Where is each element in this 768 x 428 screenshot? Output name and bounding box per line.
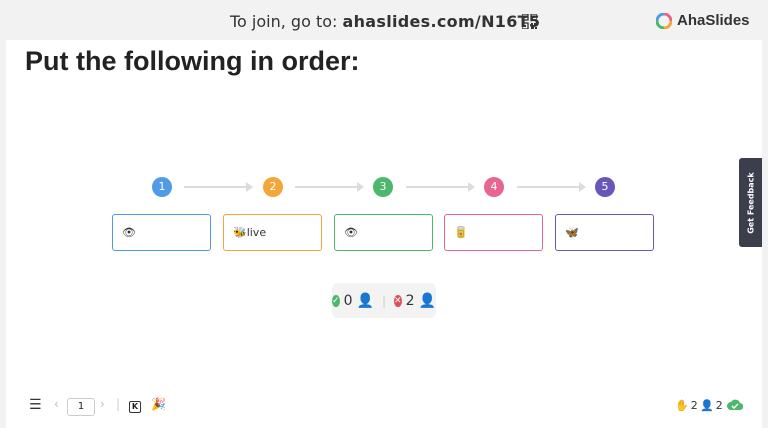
- incorrect-count: 2: [405, 292, 415, 309]
- keyboard-shortcut-icon[interactable]: K: [129, 401, 141, 413]
- slide-title: Put the following in order:: [25, 46, 360, 76]
- user-icon: 👤: [356, 292, 374, 309]
- prev-page-icon[interactable]: ‹: [54, 397, 59, 411]
- hand-icon: ✋: [675, 399, 689, 412]
- step-number-4: 4: [484, 177, 504, 197]
- cloud-check-icon: [727, 399, 743, 411]
- slide-canvas: Put the following in order: 1 2 3 4 5 👁 …: [6, 40, 762, 428]
- step-number-5: 5: [595, 177, 615, 197]
- cloud-sync-icon[interactable]: [727, 399, 743, 411]
- logo-text: AhaSlides: [677, 12, 750, 29]
- result-summary: ✓ 0 👤 | ✕ 2 👤: [332, 283, 436, 318]
- arrow-connector: [406, 182, 475, 192]
- arrow-connector: [517, 182, 586, 192]
- divider: |: [381, 293, 387, 308]
- order-item-1[interactable]: 👁: [112, 214, 211, 251]
- step-number-2: 2: [263, 177, 283, 197]
- ahaslides-logo[interactable]: AhaSlides: [656, 12, 750, 29]
- cross-icon: ✕: [394, 294, 402, 307]
- audience-count: 2: [715, 399, 723, 412]
- arrow-connector: [295, 182, 364, 192]
- audience-icon: 👤: [700, 399, 714, 412]
- join-prefix: To join, go to:: [230, 12, 338, 31]
- audience-indicator[interactable]: 👤 2: [700, 399, 723, 412]
- menu-icon[interactable]: ☰: [29, 397, 42, 413]
- step-number-1: 1: [152, 177, 172, 197]
- bottom-bar: ☰ ‹ › | 🎉: [0, 392, 768, 420]
- order-item-2[interactable]: 🐝live: [223, 214, 322, 251]
- get-feedback-label: Get Feedback: [746, 171, 755, 234]
- toolbar-divider: |: [116, 397, 121, 411]
- join-url[interactable]: ahaslides.com/N16T5: [343, 12, 541, 31]
- step-number-3: 3: [373, 177, 393, 197]
- join-instructions: To join, go to: ahaslides.com/N16T5: [230, 12, 540, 31]
- hand-count: 2: [690, 399, 698, 412]
- check-icon: ✓: [332, 294, 340, 307]
- user-icon: 👤: [418, 292, 436, 309]
- get-feedback-tab[interactable]: Get Feedback: [739, 158, 762, 247]
- qr-code-icon[interactable]: [522, 14, 537, 29]
- confetti-icon[interactable]: 🎉: [151, 397, 166, 411]
- order-item-3[interactable]: 👁: [334, 214, 433, 251]
- order-item-4[interactable]: 🥫: [444, 214, 543, 251]
- ahaslides-logo-icon: [656, 12, 672, 29]
- order-item-5[interactable]: 🦋: [555, 214, 654, 251]
- top-bar: To join, go to: ahaslides.com/N16T5 AhaS…: [0, 0, 768, 40]
- page-number-input[interactable]: 1: [67, 398, 95, 416]
- raised-hands-indicator[interactable]: ✋ 2: [675, 399, 698, 412]
- next-page-icon[interactable]: ›: [100, 397, 105, 411]
- arrow-connector: [184, 182, 253, 192]
- correct-count: 0: [343, 292, 353, 309]
